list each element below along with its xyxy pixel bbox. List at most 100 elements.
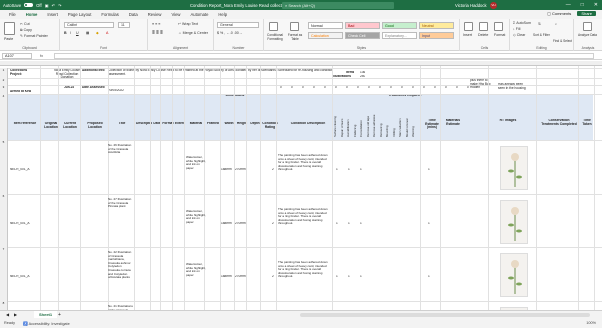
currency-icon[interactable]: $ % , ←.0 .00→ xyxy=(217,31,242,35)
row-header[interactable]: 6 xyxy=(0,194,8,247)
zero-value: 0 xyxy=(335,86,337,89)
italic-button[interactable]: I xyxy=(70,31,71,35)
tab-home[interactable]: Home xyxy=(20,10,43,20)
close-button[interactable]: ✕ xyxy=(594,2,598,8)
paste-icon[interactable] xyxy=(4,22,15,35)
format-painter-button[interactable]: ✎ Format Painter xyxy=(20,34,48,38)
conditional-formatting-button[interactable]: Conditional Formatting xyxy=(264,33,286,41)
merge-center-button[interactable]: ⇔ Merge & Center xyxy=(178,31,208,35)
copy-button[interactable]: ⧉ Copy xyxy=(20,28,32,32)
format-button[interactable]: Format xyxy=(494,33,505,37)
maximize-button[interactable]: □ xyxy=(581,2,584,8)
accessibility-status[interactable]: ♿ Accessibility: Investigate xyxy=(23,321,70,326)
underline-button[interactable]: U xyxy=(76,31,79,35)
row-header[interactable]: 8 xyxy=(0,301,8,310)
delete-button[interactable]: Delete xyxy=(478,33,488,37)
wrap-text-button[interactable]: ↵ Wrap Text xyxy=(178,22,198,26)
rt-image-thumbnail[interactable] xyxy=(500,253,528,297)
status-ready: Ready xyxy=(4,321,15,325)
worksheet-grid[interactable]: Collections Project: Nora Emily Louise R… xyxy=(0,61,602,310)
align-top-icon[interactable]: ≡ ≡ ≡ xyxy=(152,22,160,26)
tab-file[interactable]: File xyxy=(4,10,21,19)
cell-style-option[interactable]: Check Cell xyxy=(345,32,380,39)
row-header[interactable]: 3 xyxy=(0,85,8,94)
cell-style-option[interactable]: Calculation xyxy=(308,32,343,39)
align-left-icon[interactable]: ≣ ≣ ≣ xyxy=(152,31,163,35)
row-header[interactable]: 2 xyxy=(0,78,8,85)
horizontal-scrollbar[interactable] xyxy=(300,313,590,317)
tab-insert[interactable]: Insert xyxy=(42,10,62,19)
cell-style-option[interactable]: Good xyxy=(382,22,417,29)
search-input[interactable]: ⌕ Search (Alt+Q) xyxy=(282,1,394,9)
item-width: 188mm xyxy=(221,168,232,171)
grid-line xyxy=(172,66,173,310)
autosave-toggle[interactable] xyxy=(24,3,34,7)
format-table-icon[interactable] xyxy=(290,22,299,31)
treatment-header: Repair of tears xyxy=(340,118,344,137)
formula-input[interactable] xyxy=(54,53,594,59)
number-format-select[interactable]: General xyxy=(217,22,259,28)
row-header[interactable]: 4 xyxy=(0,94,8,140)
cell-style-option[interactable]: Normal xyxy=(308,22,343,29)
clear-button[interactable]: ◇ Clear xyxy=(513,33,525,37)
zoom-level[interactable]: 100% xyxy=(586,318,596,328)
row-header[interactable]: 1 xyxy=(0,68,8,78)
tab-data[interactable]: Data xyxy=(124,10,143,19)
group-label: Analysis xyxy=(581,46,595,50)
redo-icon[interactable]: ↷ xyxy=(58,3,62,8)
find-select-button[interactable]: Find & Select xyxy=(553,39,572,43)
comments-button[interactable]: ▢ Comments xyxy=(547,11,571,16)
bold-button[interactable]: B xyxy=(64,31,67,35)
treatment-header: Mould removal xyxy=(405,118,409,137)
undo-icon[interactable]: ↶ xyxy=(52,3,56,8)
tab-formulas[interactable]: Formulas xyxy=(96,10,123,19)
insert-cells-icon[interactable] xyxy=(464,22,473,31)
row-header[interactable]: 7 xyxy=(0,247,8,301)
row-header[interactable]: 5 xyxy=(0,140,8,194)
analyze-data-icon[interactable] xyxy=(583,22,592,31)
cell-style-option[interactable]: Input xyxy=(419,32,454,39)
cell-style-option[interactable]: Explanatory... xyxy=(382,32,417,39)
conditional-formatting-icon[interactable] xyxy=(269,22,278,31)
sort-filter-icon[interactable]: ⇅ xyxy=(538,22,541,26)
analyze-data-button[interactable]: Analyze Data xyxy=(578,33,597,37)
borders-icon[interactable]: ▦ xyxy=(86,31,89,35)
fill-color-icon[interactable]: ◆ xyxy=(96,31,99,35)
avatar[interactable]: VH xyxy=(490,1,497,9)
paste-button[interactable]: Paste xyxy=(4,37,13,41)
tab-review[interactable]: Review xyxy=(143,10,167,19)
autosum-button[interactable]: Σ AutoSum xyxy=(513,21,531,25)
delete-cells-icon[interactable] xyxy=(479,22,488,31)
cell-style-option[interactable]: Bad xyxy=(345,22,380,29)
font-size-select[interactable]: 11 xyxy=(118,22,130,28)
share-button[interactable]: Share xyxy=(577,11,596,16)
fx-icon[interactable]: fx xyxy=(40,53,43,58)
column-header: Current Location xyxy=(63,122,77,129)
condition-rating: 2 xyxy=(272,222,274,225)
minimize-button[interactable]: — xyxy=(566,2,571,8)
fill-button[interactable]: ↓ Fill xyxy=(513,27,520,31)
rt-image-thumbnail[interactable] xyxy=(500,200,528,244)
save-icon[interactable]: ▣ xyxy=(45,3,49,8)
zero-value: 0 xyxy=(291,86,293,89)
name-box[interactable]: A107 xyxy=(2,53,32,59)
font-color-icon[interactable]: A xyxy=(106,31,108,35)
grid-line xyxy=(234,66,235,310)
zero-value: 0 xyxy=(434,86,436,89)
font-name-select[interactable]: Calibri xyxy=(64,22,114,28)
tab-page-layout[interactable]: Page Layout xyxy=(63,10,97,19)
cut-button[interactable]: ✂ Cut xyxy=(20,22,30,26)
find-select-icon[interactable]: ⌕ xyxy=(555,22,557,26)
cell-style-option[interactable]: Neutral xyxy=(419,22,454,29)
format-as-table-button[interactable]: Format as Table xyxy=(286,33,304,41)
grid-line xyxy=(578,66,579,310)
rt-image-thumbnail[interactable] xyxy=(500,146,528,190)
sort-filter-button[interactable]: Sort & Filter xyxy=(533,33,550,37)
tab-help[interactable]: Help xyxy=(213,10,232,19)
tab-automate[interactable]: Automate xyxy=(185,10,213,19)
column-header: Materials Estimate xyxy=(445,119,461,126)
format-cells-icon[interactable] xyxy=(494,22,503,31)
insert-button[interactable]: Insert xyxy=(463,33,472,37)
tab-view[interactable]: View xyxy=(166,10,185,19)
treatment-mark: 1 xyxy=(348,168,350,171)
